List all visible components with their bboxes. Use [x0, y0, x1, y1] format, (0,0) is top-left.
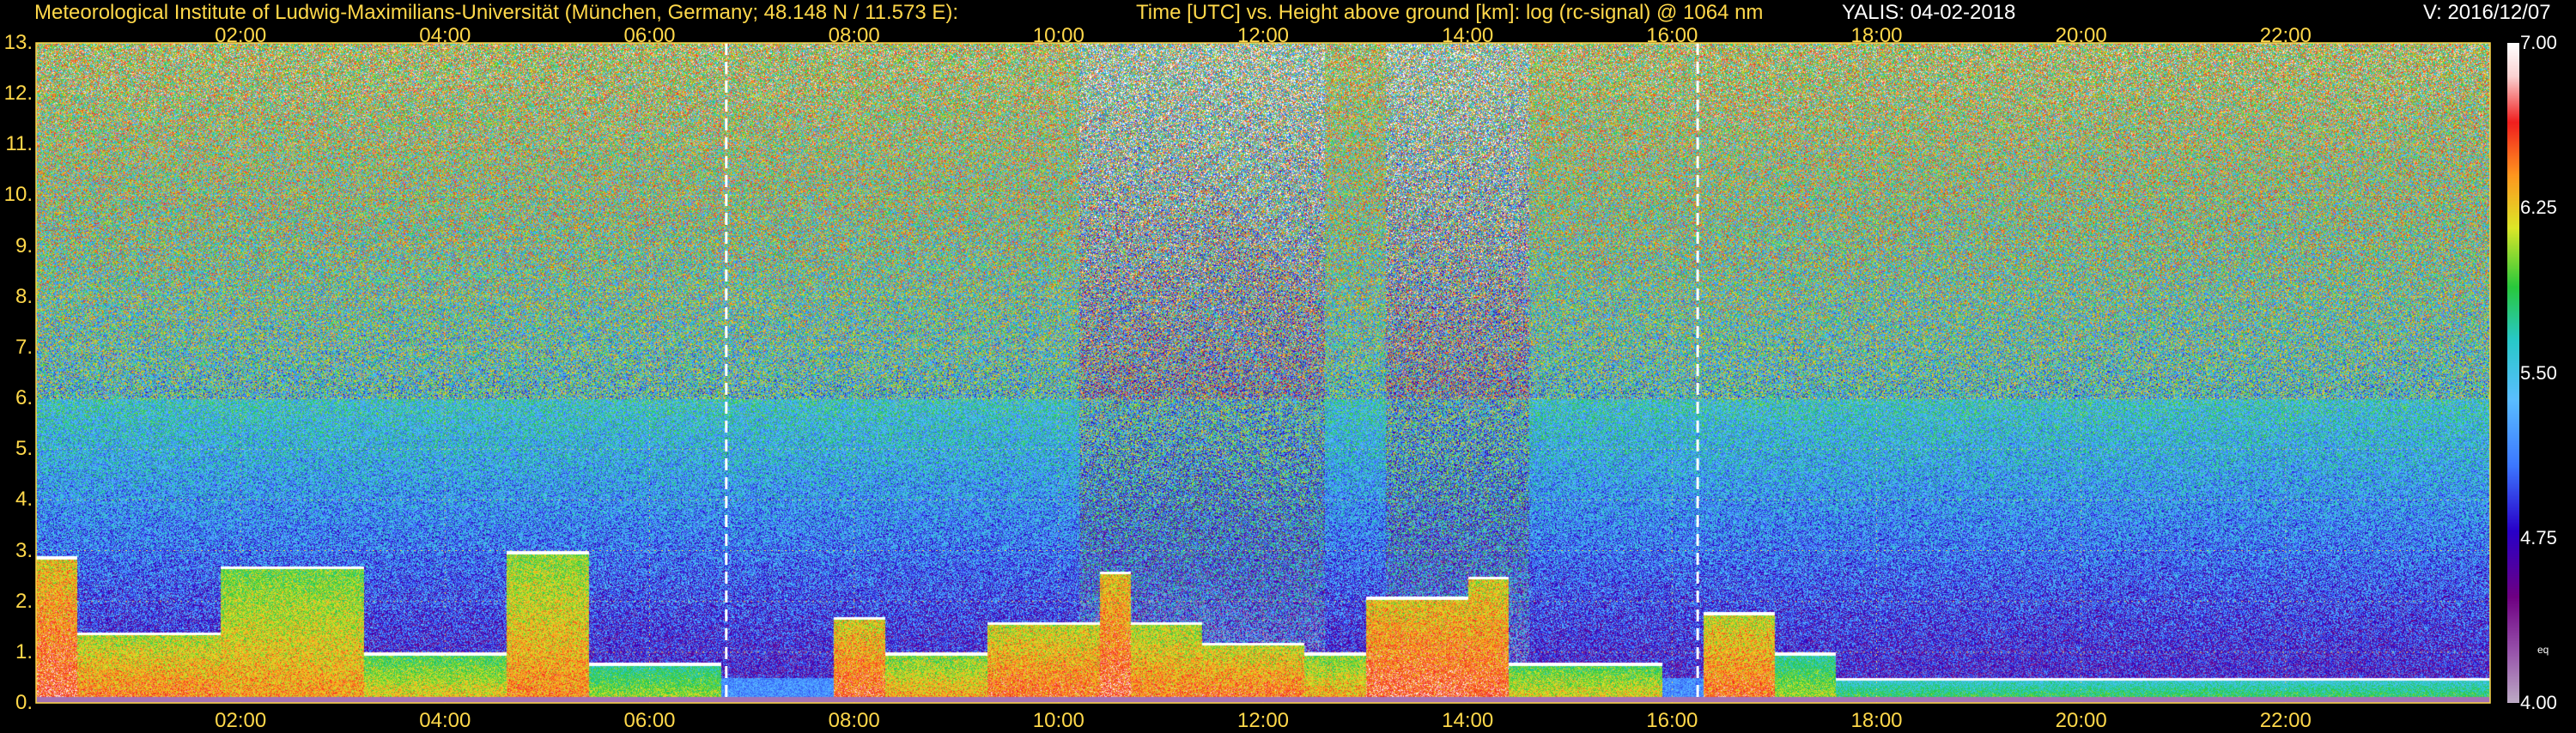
colorbar-extra-label: eq [2537, 644, 2549, 657]
x-tick-label-top: 20:00 [2055, 24, 2107, 47]
colorbar [2507, 43, 2519, 703]
y-tick-label: 1. [15, 639, 33, 663]
y-tick-label: 0. [15, 691, 33, 714]
y-tick-label: 8. [15, 284, 33, 308]
y-tick-label: 2. [15, 589, 33, 613]
x-tick-label-top: 04:00 [419, 24, 471, 47]
y-tick-label: 12. [3, 82, 33, 106]
y-tick-label: 7. [15, 335, 33, 359]
y-tick-label: 4. [15, 488, 33, 512]
x-tick-label-top: 02:00 [215, 24, 267, 47]
x-tick-label-top: 08:00 [828, 24, 880, 47]
colorbar-tick-label: 7.00 [2520, 32, 2557, 53]
colorbar-tick-label: 6.25 [2520, 197, 2557, 219]
y-tick-label: 11. [5, 132, 33, 156]
x-tick-label-top: 10:00 [1032, 24, 1084, 47]
y-tick-label: 5. [15, 437, 33, 461]
y-tick-label: 3. [15, 538, 33, 562]
y-tick-label: 6. [15, 386, 33, 410]
y-tick-label: 13. [3, 31, 33, 54]
x-tick-label-top: 06:00 [623, 24, 676, 47]
x-tick-label-top: 16:00 [1646, 24, 1698, 47]
y-tick-label: 9. [15, 233, 33, 257]
x-tick-label-top: 14:00 [1442, 24, 1494, 47]
y-tick-label: 10. [3, 183, 33, 207]
x-tick-label-top: 18:00 [1850, 24, 1903, 47]
x-tick-label-top: 12:00 [1236, 24, 1290, 47]
colorbar-tick-label: 4.75 [2520, 526, 2557, 548]
colorbar-tick-label: 4.00 [2520, 692, 2557, 713]
x-tick-label-top: 22:00 [2259, 24, 2312, 47]
chart-overlay [35, 42, 2491, 704]
colorbar-tick-label: 5.50 [2520, 361, 2557, 384]
